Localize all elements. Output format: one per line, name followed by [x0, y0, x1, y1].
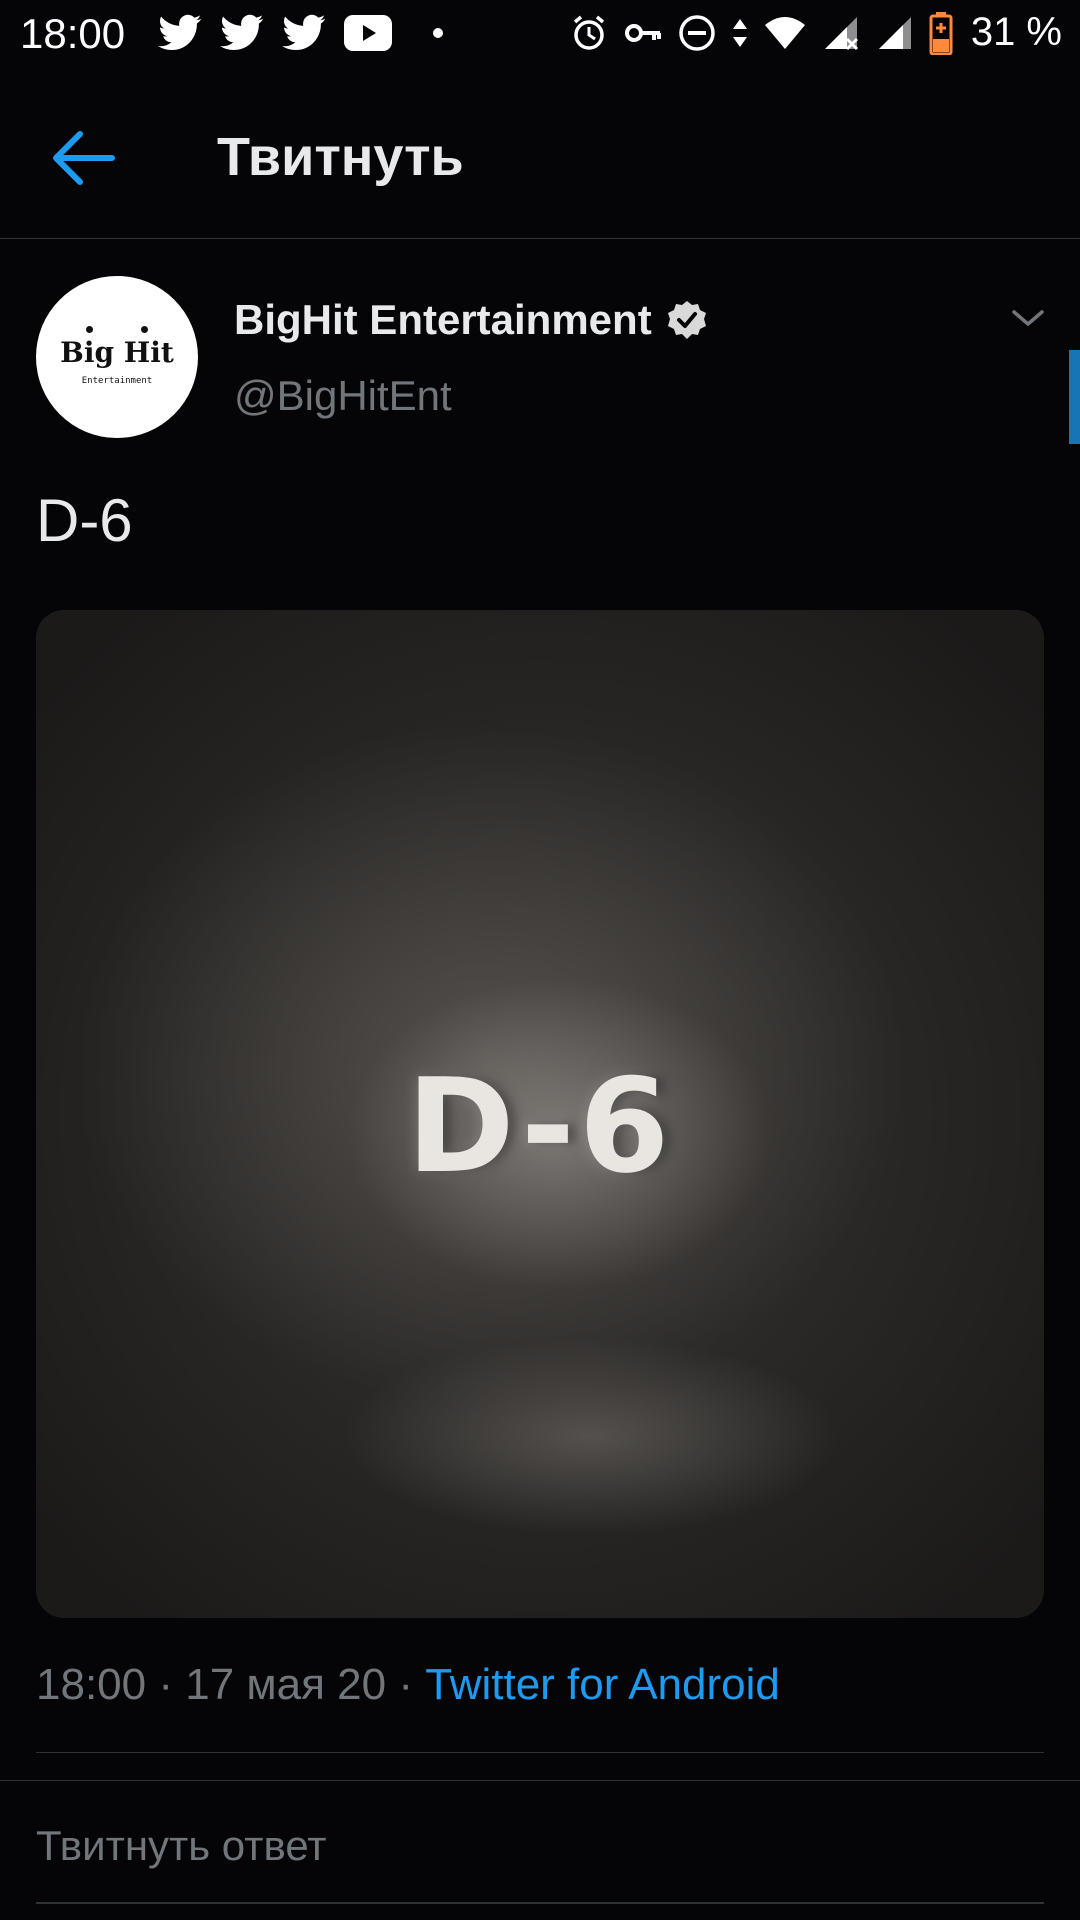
tweet-menu-button[interactable] [1010, 300, 1046, 336]
back-button[interactable] [50, 128, 120, 188]
top-app-bar: Твитнуть [0, 76, 1080, 239]
author-name-label: BigHit Entertainment [234, 296, 652, 343]
twitter-icon [282, 14, 326, 52]
signal-icon [821, 13, 861, 53]
reply-input[interactable]: Твитнуть ответ [36, 1822, 1044, 1904]
signal-icon [875, 13, 915, 53]
logo-dot [141, 326, 148, 333]
divider [0, 1780, 1080, 1781]
do-not-disturb-icon [677, 13, 717, 53]
tweet-meta: 18:00 · 17 мая 20 · Twitter for Android [36, 1660, 780, 1710]
verified-badge-icon [666, 299, 708, 341]
tweet-text: D-6 [36, 487, 133, 554]
logo-dot [86, 326, 93, 333]
tweet-time: 18:00 [36, 1660, 147, 1709]
status-bar: 18:00 31 % [0, 0, 1080, 76]
meta-separator: · [158, 1660, 173, 1709]
twitter-icon [158, 14, 202, 52]
tweet-date: 17 мая 20 [185, 1660, 387, 1709]
author-name[interactable]: BigHit Entertainment [234, 296, 708, 344]
logo-main-text: Big Hit [60, 336, 174, 369]
page-title: Твитнуть [217, 127, 464, 187]
meta-separator: · [398, 1660, 414, 1709]
dot-icon [410, 15, 450, 51]
twitter-icon [220, 14, 264, 52]
youtube-icon [344, 15, 392, 51]
system-icons: 31 % [569, 10, 1062, 55]
image-text: D-6 [406, 1050, 674, 1202]
vpn-key-icon [623, 13, 663, 53]
tweet-source-link[interactable]: Twitter for Android [425, 1660, 780, 1709]
battery-percent: 31 % [970, 10, 1062, 54]
divider [36, 1752, 1044, 1753]
battery-icon [929, 11, 953, 55]
status-time: 18:00 [20, 10, 126, 57]
wifi-icon [763, 13, 807, 53]
data-arrows-icon [731, 13, 749, 53]
arrow-left-icon [50, 128, 120, 188]
chevron-down-icon [1010, 300, 1046, 336]
alarm-icon [569, 13, 609, 53]
tweet-image[interactable]: D-6 [36, 610, 1044, 1618]
author-handle[interactable]: @BigHitEnt [234, 372, 452, 420]
logo-sub-text: Entertainment [81, 376, 153, 386]
scrollbar[interactable] [1069, 350, 1080, 444]
notification-icons [158, 14, 450, 52]
avatar[interactable]: Big Hit Entertainment [36, 276, 198, 438]
